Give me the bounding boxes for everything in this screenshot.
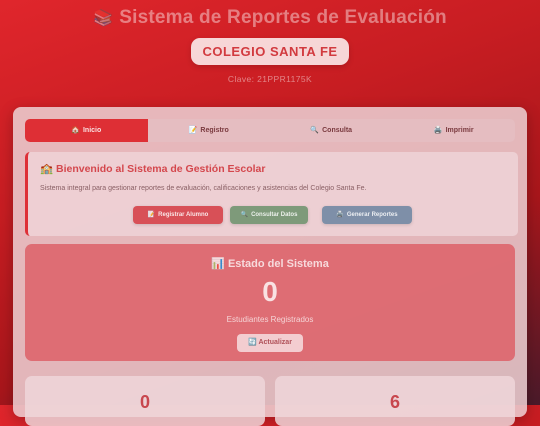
search-icon: 🔍 <box>310 127 320 134</box>
app-title-text: Sistema de Reportes de Evaluación <box>119 7 447 28</box>
welcome-title-text: Bienvenido al Sistema de Gestión Escolar <box>56 163 266 175</box>
books-icon: 📚 <box>93 10 114 27</box>
memo-icon: 📝 <box>147 212 156 218</box>
welcome-description: Sistema integral para gestionar reportes… <box>40 185 367 192</box>
home-icon: 🏠 <box>71 127 80 134</box>
consult-data-button[interactable]: 🔍 Consultar Datos <box>230 206 308 224</box>
app-title: 📚 Sistema de Reportes de Evaluación <box>0 7 540 29</box>
status-title: 📊 Estado del Sistema <box>25 257 515 270</box>
chart-icon: 📊 <box>211 258 225 270</box>
school-name-badge: COLEGIO SANTA FE <box>191 38 349 65</box>
search-icon: 🔍 <box>240 212 249 218</box>
tab-inicio[interactable]: 🏠 Inicio <box>25 119 148 142</box>
tab-bar: 🏠 Inicio 📝 Registro 🔍 Consulta 🖨️ Imprimir <box>25 119 515 142</box>
tab-label: Consulta <box>322 127 353 134</box>
system-status-panel: 📊 Estado del Sistema 0 Estudiantes Regis… <box>25 244 515 361</box>
tab-imprimir[interactable]: 🖨️ Imprimir <box>393 119 516 142</box>
printer-icon: 🖨️ <box>336 212 344 218</box>
button-label: Registrar Alumno <box>158 212 209 218</box>
tab-label: Imprimir <box>445 127 474 134</box>
stat-value: 0 <box>139 392 150 412</box>
tab-label: Inicio <box>82 127 102 134</box>
button-label: Generar Reportes <box>346 212 398 218</box>
tab-consulta[interactable]: 🔍 Consulta <box>270 119 393 142</box>
memo-icon: 📝 <box>188 127 198 134</box>
welcome-panel: 🏫 Bienvenido al Sistema de Gestión Escol… <box>25 152 518 236</box>
stat-value: 6 <box>389 392 400 412</box>
tab-registro[interactable]: 📝 Registro <box>148 119 271 142</box>
stat-card: 6 <box>275 376 515 426</box>
button-label: Consultar Datos <box>251 212 298 218</box>
refresh-button[interactable]: 🔄 Actualizar <box>237 334 303 352</box>
registered-students-count: 0 <box>262 276 278 307</box>
button-label: Actualizar <box>258 339 292 346</box>
generate-reports-button[interactable]: 🖨️ Generar Reportes <box>322 206 412 224</box>
tab-label: Registro <box>200 127 229 134</box>
status-title-text: Estado del Sistema <box>227 258 329 270</box>
school-icon: 🏫 <box>40 163 54 175</box>
header: 📚 Sistema de Reportes de Evaluación COLEG… <box>0 0 540 100</box>
registered-students-label: Estudiantes Registrados <box>226 315 314 324</box>
main-card: 🏠 Inicio 📝 Registro 🔍 Consulta 🖨️ Imprimir 🏫… <box>13 107 527 426</box>
quick-actions: 📝 Registrar Alumno 🔍 Consultar Datos 🖨️ Gen… <box>28 206 518 224</box>
printer-icon: 🖨️ <box>433 127 443 134</box>
stat-card: 0 <box>25 376 265 426</box>
welcome-title: 🏫 Bienvenido al Sistema de Gestión Escol… <box>40 162 266 175</box>
refresh-icon: 🔄 <box>248 339 257 346</box>
school-clave: Clave: 21PPR1175K <box>227 74 313 84</box>
register-student-button[interactable]: 📝 Registrar Alumno <box>133 206 223 224</box>
